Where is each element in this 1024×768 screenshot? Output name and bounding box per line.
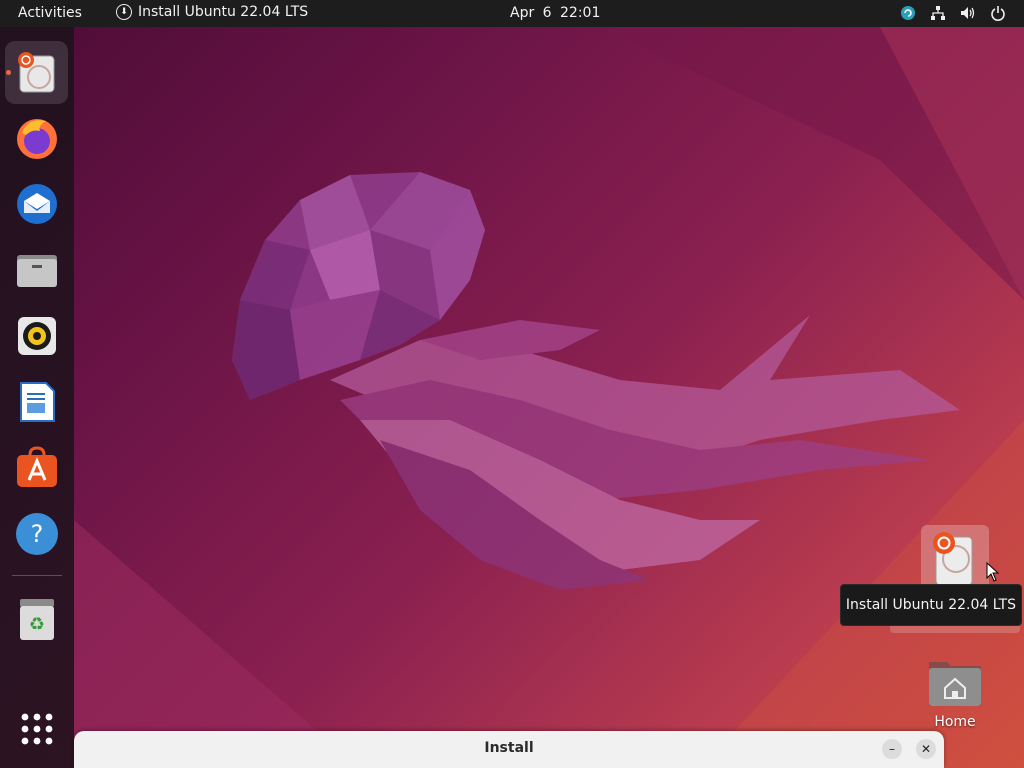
svg-text:♻: ♻ [28, 614, 44, 635]
dock-item-rhythmbox[interactable] [5, 304, 68, 367]
desktop-icon-label: Home [934, 714, 976, 730]
dock-item-firefox[interactable] [5, 106, 68, 169]
firefox-icon [16, 118, 57, 159]
dock: ? ♻ [0, 27, 74, 768]
help-icon: ? [15, 512, 58, 555]
minimize-button[interactable]: – [882, 739, 902, 759]
window-title: Install [484, 740, 534, 756]
mouse-cursor-icon [986, 562, 1000, 582]
installer-download-icon: ⬇ [116, 4, 132, 20]
files-icon [16, 254, 57, 287]
dock-separator [12, 575, 62, 576]
install-window[interactable]: Install – ✕ [74, 731, 944, 768]
dock-item-files[interactable] [5, 238, 68, 301]
network-icon[interactable] [930, 5, 946, 21]
dock-item-show-applications[interactable] [5, 697, 68, 760]
dock-item-install-ubuntu[interactable] [5, 41, 68, 104]
dock-item-thunderbird[interactable] [5, 172, 68, 235]
dock-item-help[interactable]: ? [5, 502, 68, 565]
jellyfish-wallpaper-art [74, 27, 1024, 768]
dock-item-ubuntu-software[interactable] [5, 436, 68, 499]
thunderbird-icon [16, 183, 57, 224]
top-bar: Activities ⬇ Install Ubuntu 22.04 LTS Ap… [0, 0, 1024, 27]
desktop-wallpaper [0, 0, 1024, 768]
desktop-icon-tooltip: Install Ubuntu 22.04 LTS [840, 584, 1022, 626]
update-icon[interactable] [900, 5, 916, 21]
desktop-icon-home[interactable]: Home [916, 656, 994, 730]
activities-button[interactable]: Activities [18, 5, 82, 21]
dock-item-writer[interactable] [5, 370, 68, 433]
svg-text:?: ? [30, 520, 43, 548]
close-button[interactable]: ✕ [916, 739, 936, 759]
installer-icon [933, 532, 973, 586]
home-folder-icon [929, 662, 981, 706]
writer-icon [19, 381, 55, 422]
app-grid-icon [21, 713, 52, 744]
installer-icon [17, 51, 54, 92]
trash-icon: ♻ [19, 598, 54, 640]
rhythmbox-icon [17, 316, 56, 355]
system-tray[interactable] [900, 5, 1006, 21]
software-icon [16, 445, 57, 487]
app-menu[interactable]: ⬇ Install Ubuntu 22.04 LTS [116, 4, 308, 20]
power-icon[interactable] [990, 5, 1006, 21]
clock[interactable]: Apr 6 22:01 [510, 5, 600, 21]
dock-item-trash[interactable]: ♻ [5, 587, 68, 650]
app-menu-label: Install Ubuntu 22.04 LTS [138, 4, 309, 20]
volume-icon[interactable] [960, 5, 976, 21]
